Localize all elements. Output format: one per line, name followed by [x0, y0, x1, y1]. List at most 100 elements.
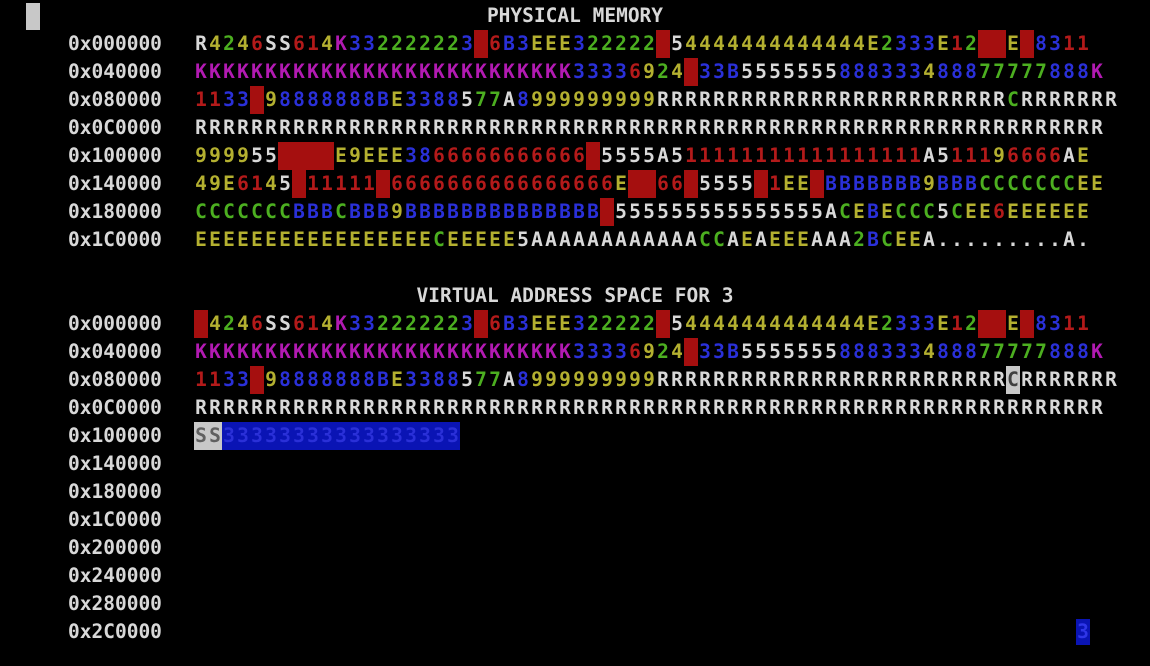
memory-cell: E: [559, 32, 571, 55]
address-label: 0x0C0000: [68, 116, 162, 139]
memory-cell: R: [391, 116, 403, 139]
memory-cell: B: [573, 200, 585, 223]
memory-cell: 7: [1035, 340, 1047, 363]
memory-cell: E: [741, 228, 753, 251]
memory-cell: R: [489, 396, 501, 419]
memory-cell: 2: [643, 312, 655, 335]
memory-cell: 4: [769, 312, 781, 335]
memory-cell: R: [727, 88, 739, 111]
memory-cell: R: [489, 116, 501, 139]
memory-cell: R: [839, 88, 851, 111]
memory-cell: K: [503, 60, 515, 83]
memory-cell: S: [265, 312, 277, 335]
memory-cell: K: [489, 60, 501, 83]
memory-cell: K: [335, 60, 347, 83]
memory-cell: R: [867, 116, 879, 139]
memory-cell: K: [279, 60, 291, 83]
memory-cell: 9: [391, 200, 403, 223]
memory-cell: 6: [433, 172, 445, 195]
memory-cell: K: [1091, 340, 1103, 363]
memory-cell: R: [265, 116, 277, 139]
memory-cell: R: [937, 368, 949, 391]
memory-cell: R: [531, 116, 543, 139]
memory-cell: R: [433, 396, 445, 419]
memory-cell: 6: [545, 144, 557, 167]
memory-cell: [586, 142, 600, 170]
memory-cell: R: [923, 368, 935, 391]
memory-cell: R: [895, 88, 907, 111]
physical-row: 0x140000 4 9 E 6 1 4 5 11111 6666666666666666E …: [68, 170, 1104, 198]
memory-cell: 5: [783, 60, 795, 83]
memory-cell: [250, 366, 264, 394]
memory-cell: 5: [811, 60, 823, 83]
memory-cell: 2: [881, 312, 893, 335]
memory-cell: R: [741, 396, 753, 419]
memory-cell: 1: [853, 144, 865, 167]
memory-cell: R: [671, 368, 683, 391]
memory-cell: 1: [727, 144, 739, 167]
memory-cell: 1: [769, 172, 781, 195]
memory-cell: B: [545, 200, 557, 223]
memory-cell: R: [783, 116, 795, 139]
memory-cell: 1: [307, 312, 319, 335]
memory-cell: R: [979, 368, 991, 391]
memory-cell: 2: [391, 312, 403, 335]
memory-cell: R: [713, 116, 725, 139]
memory-cell: 4: [853, 312, 865, 335]
memory-cell: 8: [965, 340, 977, 363]
memory-cell: 7: [993, 60, 1005, 83]
memory-cell: 1: [965, 144, 977, 167]
memory-cell: R: [769, 396, 781, 419]
memory-cell: C: [237, 200, 249, 223]
memory-cell: K: [531, 340, 543, 363]
memory-cell: R: [895, 396, 907, 419]
memory-cell: E: [223, 172, 235, 195]
memory-cell: 4: [685, 312, 697, 335]
memory-cell: R: [713, 368, 725, 391]
memory-cell: 8: [335, 368, 347, 391]
memory-cell: 6: [587, 172, 599, 195]
memory-cell: A: [531, 228, 543, 251]
memory-cell: E: [979, 200, 991, 223]
memory-cell: 4: [265, 172, 277, 195]
memory-cell: R: [685, 368, 697, 391]
process-marker: 3: [1076, 619, 1090, 645]
memory-cell: R: [559, 116, 571, 139]
memory-cell: 9: [209, 144, 221, 167]
memory-cell: 6: [475, 144, 487, 167]
memory-cell: 8: [349, 368, 361, 391]
memory-cell: E: [867, 32, 879, 55]
memory-cell: 8: [951, 60, 963, 83]
memory-cell: 5: [601, 144, 613, 167]
memory-cell: 5: [643, 200, 655, 223]
memory-cell: 3: [895, 32, 907, 55]
memory-cell: C: [951, 200, 963, 223]
memory-cell: 5: [811, 200, 823, 223]
memory-cell: 2: [629, 312, 641, 335]
memory-cell: 2: [391, 32, 403, 55]
memory-cell: E: [937, 32, 949, 55]
memory-cell: 3: [615, 60, 627, 83]
memory-cell: K: [265, 60, 277, 83]
memory-cell: S: [279, 312, 291, 335]
memory-cell: A: [839, 228, 851, 251]
memory-cell: 4: [923, 340, 935, 363]
memory-cell: R: [363, 116, 375, 139]
memory-cell: 9: [587, 88, 599, 111]
memory-cell: R: [741, 88, 753, 111]
memory-cell: B: [503, 312, 515, 335]
memory-cell: 6: [391, 172, 403, 195]
memory-cell: K: [545, 60, 557, 83]
memory-cell: B: [405, 200, 417, 223]
memory-cell: 3: [250, 422, 264, 450]
memory-cell: 3: [615, 340, 627, 363]
memory-cell: R: [825, 396, 837, 419]
memory-cell: R: [1049, 368, 1061, 391]
memory-cell: 2: [587, 312, 599, 335]
memory-cell: K: [321, 340, 333, 363]
memory-cell: 6: [251, 312, 263, 335]
memory-cell: K: [223, 60, 235, 83]
memory-cell: E: [1077, 144, 1089, 167]
memory-cell: 1: [699, 144, 711, 167]
memory-cell: 1: [839, 144, 851, 167]
